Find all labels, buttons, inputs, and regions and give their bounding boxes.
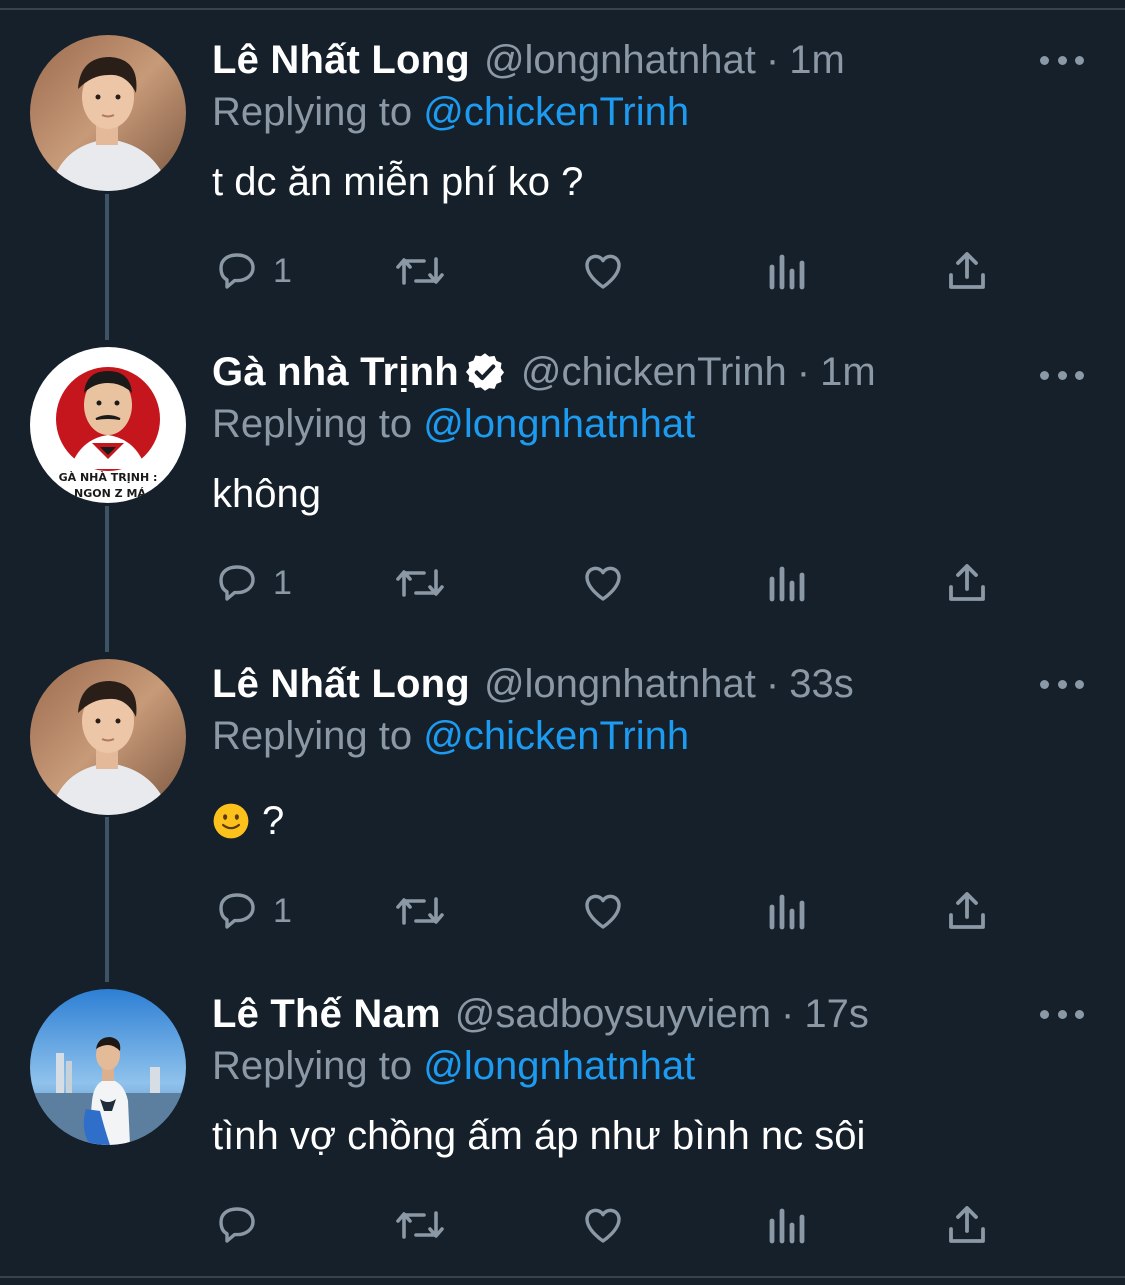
heart-icon xyxy=(585,1208,621,1243)
user-handle[interactable]: @chickenTrinh xyxy=(521,347,787,397)
avatar-logo-text: NGON Z MÁ xyxy=(74,487,146,500)
separator-dot: · xyxy=(765,662,780,706)
reply-icon xyxy=(219,893,255,929)
avatar[interactable] xyxy=(30,989,186,1145)
like-button[interactable] xyxy=(579,881,627,941)
mention-link[interactable]: @chickenTrinh xyxy=(423,714,689,758)
user-handle[interactable]: @sadboysuyviem xyxy=(455,989,771,1039)
user-handle[interactable]: @longnhatnhat xyxy=(484,659,756,709)
timestamp[interactable]: 17s xyxy=(804,989,869,1039)
user-handle[interactable]: @longnhatnhat xyxy=(484,35,756,85)
heart-icon xyxy=(585,894,621,929)
tweet-text: t dc ăn miễn phí ko ? xyxy=(212,160,584,204)
separator-dot: · xyxy=(765,38,780,82)
heart-icon xyxy=(585,254,621,289)
tweet-text: không xyxy=(212,472,321,516)
display-name[interactable]: Lê Thế Nam xyxy=(212,989,441,1039)
mention-link[interactable]: @longnhatnhat xyxy=(423,402,695,446)
share-button[interactable] xyxy=(944,553,990,613)
mention-link[interactable]: @chickenTrinh xyxy=(423,90,689,134)
reply-icon xyxy=(219,565,255,601)
slightly-smiling-face-icon xyxy=(213,803,249,839)
bottom-divider xyxy=(0,1276,1125,1278)
reply-count: 1 xyxy=(273,563,292,602)
views-button[interactable] xyxy=(764,881,808,941)
reply-button[interactable]: 1 xyxy=(213,241,292,301)
replying-to: Replying to @chickenTrinh xyxy=(212,87,689,137)
heart-icon xyxy=(585,566,621,601)
views-button[interactable] xyxy=(764,241,808,301)
reply-icon xyxy=(219,1207,255,1243)
like-button[interactable] xyxy=(579,553,627,613)
tweet-actions: 1 xyxy=(0,881,1125,941)
avatar[interactable] xyxy=(30,35,186,191)
replying-prefix: Replying to xyxy=(212,1044,413,1088)
retweet-button[interactable] xyxy=(392,553,448,613)
replying-prefix: Replying to xyxy=(212,714,413,758)
share-icon xyxy=(949,252,985,289)
mention-link[interactable]: @longnhatnhat xyxy=(423,1044,695,1088)
top-divider xyxy=(0,8,1125,10)
share-icon xyxy=(949,892,985,929)
timestamp[interactable]: 1m xyxy=(789,35,845,85)
tweet-text: tình vợ chồng ấm áp như bình nc sôi xyxy=(212,1114,866,1158)
tweet-actions: 1 xyxy=(0,241,1125,301)
share-icon xyxy=(949,1206,985,1243)
replying-prefix: Replying to xyxy=(212,90,413,134)
views-button[interactable] xyxy=(764,553,808,613)
reply-count: 1 xyxy=(273,891,292,930)
timestamp[interactable]: 33s xyxy=(789,659,854,709)
retweet-button[interactable] xyxy=(392,1195,448,1255)
reply-button[interactable]: 1 xyxy=(213,881,292,941)
replying-to: Replying to @chickenTrinh xyxy=(212,711,689,761)
verified-badge-icon xyxy=(465,353,504,391)
avatar-logo-text: GÀ NHÀ TRỊNH : xyxy=(59,471,158,484)
reply-button[interactable]: 1 xyxy=(213,553,292,613)
retweet-icon xyxy=(396,257,444,285)
reply-button[interactable] xyxy=(213,1195,273,1255)
more-options-icon[interactable] xyxy=(1040,45,1084,75)
analytics-icon xyxy=(769,566,805,602)
retweet-button[interactable] xyxy=(392,241,448,301)
display-name[interactable]: Gà nhà Trịnh xyxy=(212,347,459,397)
reply-icon xyxy=(219,253,255,289)
share-button[interactable] xyxy=(944,241,990,301)
tweet-actions: 1 xyxy=(0,553,1125,613)
separator-dot: · xyxy=(796,350,811,394)
replying-prefix: Replying to xyxy=(212,402,413,446)
avatar[interactable] xyxy=(30,659,186,815)
display-name[interactable]: Lê Nhất Long xyxy=(212,659,470,709)
retweet-icon xyxy=(396,1211,444,1239)
analytics-icon xyxy=(769,1208,805,1244)
more-options-icon[interactable] xyxy=(1040,999,1084,1029)
separator-dot: · xyxy=(781,992,795,1036)
like-button[interactable] xyxy=(579,241,627,301)
display-name[interactable]: Lê Nhất Long xyxy=(212,35,470,85)
more-options-icon[interactable] xyxy=(1040,669,1084,699)
retweet-button[interactable] xyxy=(392,881,448,941)
tweet-text-container: ? xyxy=(212,796,284,846)
timestamp[interactable]: 1m xyxy=(820,347,876,397)
share-button[interactable] xyxy=(944,881,990,941)
share-icon xyxy=(949,564,985,601)
retweet-icon xyxy=(396,569,444,597)
retweet-icon xyxy=(396,897,444,925)
tweet-text: ? xyxy=(262,799,285,843)
avatar[interactable]: GÀ NHÀ TRỊNH : NGON Z MÁ xyxy=(30,347,186,503)
reply-count: 1 xyxy=(273,251,292,290)
analytics-icon xyxy=(769,894,805,930)
views-button[interactable] xyxy=(764,1195,808,1255)
analytics-icon xyxy=(769,254,805,290)
share-button[interactable] xyxy=(944,1195,990,1255)
more-options-icon[interactable] xyxy=(1040,360,1084,390)
replying-to: Replying to @longnhatnhat xyxy=(212,1041,695,1091)
replying-to: Replying to @longnhatnhat xyxy=(212,399,695,449)
tweet-actions xyxy=(0,1195,1125,1255)
like-button[interactable] xyxy=(579,1195,627,1255)
